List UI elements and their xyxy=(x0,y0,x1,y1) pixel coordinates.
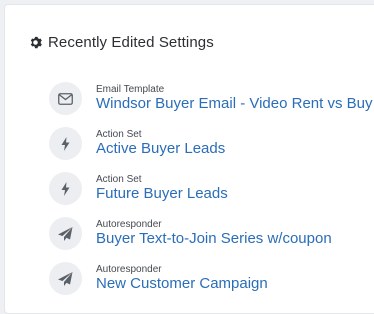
item-link[interactable]: Active Buyer Leads xyxy=(96,141,225,158)
panel-header: Recently Edited Settings xyxy=(29,34,214,51)
item-type-label: Autoresponder xyxy=(96,264,162,276)
panel-title: Recently Edited Settings xyxy=(48,34,214,51)
list-item: Action Set Active Buyer Leads xyxy=(49,121,374,166)
paper-plane-icon xyxy=(49,217,82,250)
lightning-icon xyxy=(49,127,82,160)
item-type-label: Action Set xyxy=(96,174,142,186)
item-link[interactable]: Windsor Buyer Email - Video Rent vs Buy xyxy=(96,96,373,113)
item-type-label: Email Template xyxy=(96,84,165,96)
item-type-label: Autoresponder xyxy=(96,219,162,231)
item-link[interactable]: New Customer Campaign xyxy=(96,276,268,293)
list-item: Autoresponder Buyer Text-to-Join Series … xyxy=(49,211,374,256)
recent-settings-list: Email Template Windsor Buyer Email - Vid… xyxy=(49,76,374,301)
gear-icon xyxy=(29,36,42,49)
item-type-label: Action Set xyxy=(96,129,142,141)
list-item: Email Template Windsor Buyer Email - Vid… xyxy=(49,76,374,121)
list-item: Action Set Future Buyer Leads xyxy=(49,166,374,211)
lightning-icon xyxy=(49,172,82,205)
envelope-icon xyxy=(49,82,82,115)
recently-edited-panel: Recently Edited Settings Email Template … xyxy=(4,4,374,314)
paper-plane-icon xyxy=(49,262,82,295)
item-link[interactable]: Future Buyer Leads xyxy=(96,186,228,203)
item-link[interactable]: Buyer Text-to-Join Series w/coupon xyxy=(96,231,332,248)
list-item: Autoresponder New Customer Campaign xyxy=(49,256,374,301)
